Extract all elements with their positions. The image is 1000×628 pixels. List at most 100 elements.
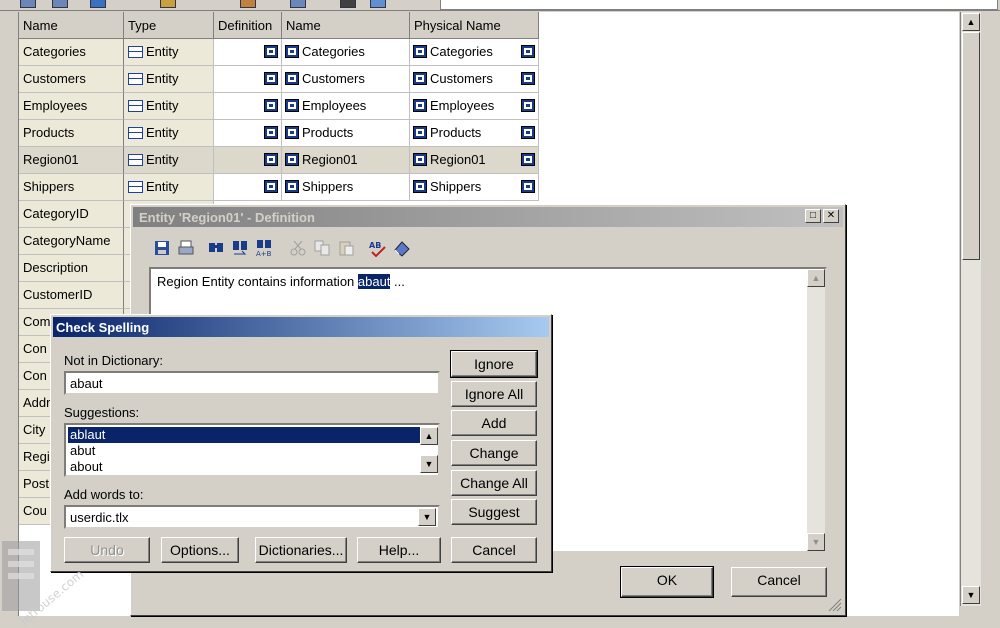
row-physical-name-cell[interactable]: Customers: [410, 66, 539, 93]
row-type-cell[interactable]: Entity: [124, 93, 214, 120]
editor-button-icon[interactable]: [521, 126, 535, 139]
row-definition-cell[interactable]: [214, 66, 282, 93]
resize-grip[interactable]: [828, 598, 842, 612]
row-definition-cell[interactable]: [214, 147, 282, 174]
row-type-cell[interactable]: Entity: [124, 174, 214, 201]
row-definition-cell[interactable]: [214, 174, 282, 201]
help-button[interactable]: Help...: [357, 537, 441, 563]
editor-button-icon[interactable]: [264, 180, 278, 193]
suggestion-item[interactable]: about: [68, 459, 103, 474]
text-scroll-down[interactable]: ▼: [807, 533, 825, 551]
suggestion-item[interactable]: ablaut: [68, 427, 420, 443]
toolbar-icon[interactable]: [290, 0, 306, 8]
chevron-down-icon[interactable]: ▼: [418, 508, 436, 526]
find-icon[interactable]: [207, 239, 225, 257]
editor-button-icon[interactable]: [413, 180, 427, 193]
editor-button-icon[interactable]: [521, 72, 535, 85]
editor-button-icon[interactable]: [264, 45, 278, 58]
toolbar-icon[interactable]: [90, 0, 106, 8]
suggestions-scroll-down[interactable]: ▼: [420, 455, 438, 473]
not-in-dictionary-field[interactable]: abaut: [64, 371, 440, 395]
row-name-cell[interactable]: Products: [19, 120, 124, 147]
editor-button-icon[interactable]: [413, 72, 427, 85]
editor-button-icon[interactable]: [264, 153, 278, 166]
editor-button-icon[interactable]: [521, 45, 535, 58]
table-row[interactable]: Customers Entity Customers Customers: [19, 66, 539, 93]
scroll-thumb[interactable]: [962, 32, 980, 260]
row-logical-name-cell[interactable]: Categories: [282, 39, 410, 66]
row-name-cell[interactable]: CustomerID: [19, 282, 124, 309]
editor-button-icon[interactable]: [413, 126, 427, 139]
change-button[interactable]: Change: [451, 440, 537, 466]
row-logical-name-cell[interactable]: Region01: [282, 147, 410, 174]
ignore-all-button[interactable]: Ignore All: [451, 381, 537, 407]
editor-button-icon[interactable]: [413, 99, 427, 112]
toolbar-icon[interactable]: [370, 0, 386, 8]
row-logical-name-cell[interactable]: Shippers: [282, 174, 410, 201]
find-next-icon[interactable]: [231, 239, 249, 257]
row-name-cell[interactable]: Shippers: [19, 174, 124, 201]
editor-button-icon[interactable]: [264, 99, 278, 112]
row-logical-name-cell[interactable]: Products: [282, 120, 410, 147]
row-definition-cell[interactable]: [214, 120, 282, 147]
editor-button-icon[interactable]: [285, 153, 299, 166]
print-icon[interactable]: [177, 239, 195, 257]
column-header-logical-name[interactable]: Name: [282, 12, 410, 39]
row-physical-name-cell[interactable]: Shippers: [410, 174, 539, 201]
spell-cancel-button[interactable]: Cancel: [451, 537, 537, 563]
row-type-cell[interactable]: Entity: [124, 66, 214, 93]
row-definition-cell[interactable]: [214, 93, 282, 120]
dictionaries-button[interactable]: Dictionaries...: [255, 537, 347, 563]
grid-vertical-scrollbar[interactable]: ▲ ▼: [960, 12, 981, 606]
table-row[interactable]: Region01 Entity Region01 Region01: [19, 147, 539, 174]
ok-button[interactable]: OK: [620, 566, 714, 598]
add-words-select[interactable]: userdic.tlx ▼: [64, 505, 440, 529]
row-type-cell[interactable]: Entity: [124, 120, 214, 147]
ignore-button[interactable]: Ignore: [450, 350, 538, 378]
row-name-cell[interactable]: Customers: [19, 66, 124, 93]
column-header-definition[interactable]: Definition: [214, 12, 282, 39]
editor-button-icon[interactable]: [285, 126, 299, 139]
text-vertical-scrollbar[interactable]: ▲ ▼: [807, 269, 825, 551]
maximize-button[interactable]: □: [805, 209, 821, 223]
editor-button-icon[interactable]: [285, 99, 299, 112]
definition-cancel-button[interactable]: Cancel: [731, 567, 827, 597]
row-definition-cell[interactable]: [214, 39, 282, 66]
table-row[interactable]: Employees Entity Employees Employees: [19, 93, 539, 120]
row-type-cell[interactable]: Entity: [124, 39, 214, 66]
row-logical-name-cell[interactable]: Employees: [282, 93, 410, 120]
toolbar-icon[interactable]: [20, 0, 36, 8]
editor-button-icon[interactable]: [521, 180, 535, 193]
editor-button-icon[interactable]: [264, 126, 278, 139]
row-physical-name-cell[interactable]: Products: [410, 120, 539, 147]
add-button[interactable]: Add: [451, 410, 537, 436]
row-logical-name-cell[interactable]: Customers: [282, 66, 410, 93]
scroll-up-button[interactable]: ▲: [962, 13, 980, 31]
options-button[interactable]: Options...: [161, 537, 239, 563]
row-physical-name-cell[interactable]: Categories: [410, 39, 539, 66]
toolbar-icon[interactable]: [240, 0, 256, 8]
change-all-button[interactable]: Change All: [451, 470, 537, 496]
text-scroll-up[interactable]: ▲: [807, 269, 825, 287]
row-physical-name-cell[interactable]: Employees: [410, 93, 539, 120]
row-type-cell[interactable]: Entity: [124, 147, 214, 174]
save-icon[interactable]: [153, 239, 171, 257]
replace-icon[interactable]: A+B: [255, 239, 273, 258]
editor-button-icon[interactable]: [285, 180, 299, 193]
column-header-type[interactable]: Type: [124, 12, 214, 39]
editor-button-icon[interactable]: [413, 153, 427, 166]
suggestions-list[interactable]: ablaut abut about ▲ ▼: [64, 423, 440, 477]
editor-button-icon[interactable]: [521, 99, 535, 112]
toolbar-icon[interactable]: [340, 0, 356, 8]
row-name-cell[interactable]: CategoryID: [19, 201, 124, 228]
editor-button-icon[interactable]: [285, 45, 299, 58]
row-name-cell[interactable]: Description: [19, 255, 124, 282]
suggestion-item[interactable]: abut: [68, 443, 95, 458]
table-row[interactable]: Products Entity Products Products: [19, 120, 539, 147]
column-header-name[interactable]: Name: [19, 12, 124, 39]
table-row[interactable]: Categories Entity Categories Categories: [19, 39, 539, 66]
close-button[interactable]: ✕: [823, 209, 839, 223]
row-name-cell[interactable]: Categories: [19, 39, 124, 66]
row-name-cell[interactable]: CategoryName: [19, 228, 124, 255]
eraser-icon[interactable]: [393, 239, 411, 257]
